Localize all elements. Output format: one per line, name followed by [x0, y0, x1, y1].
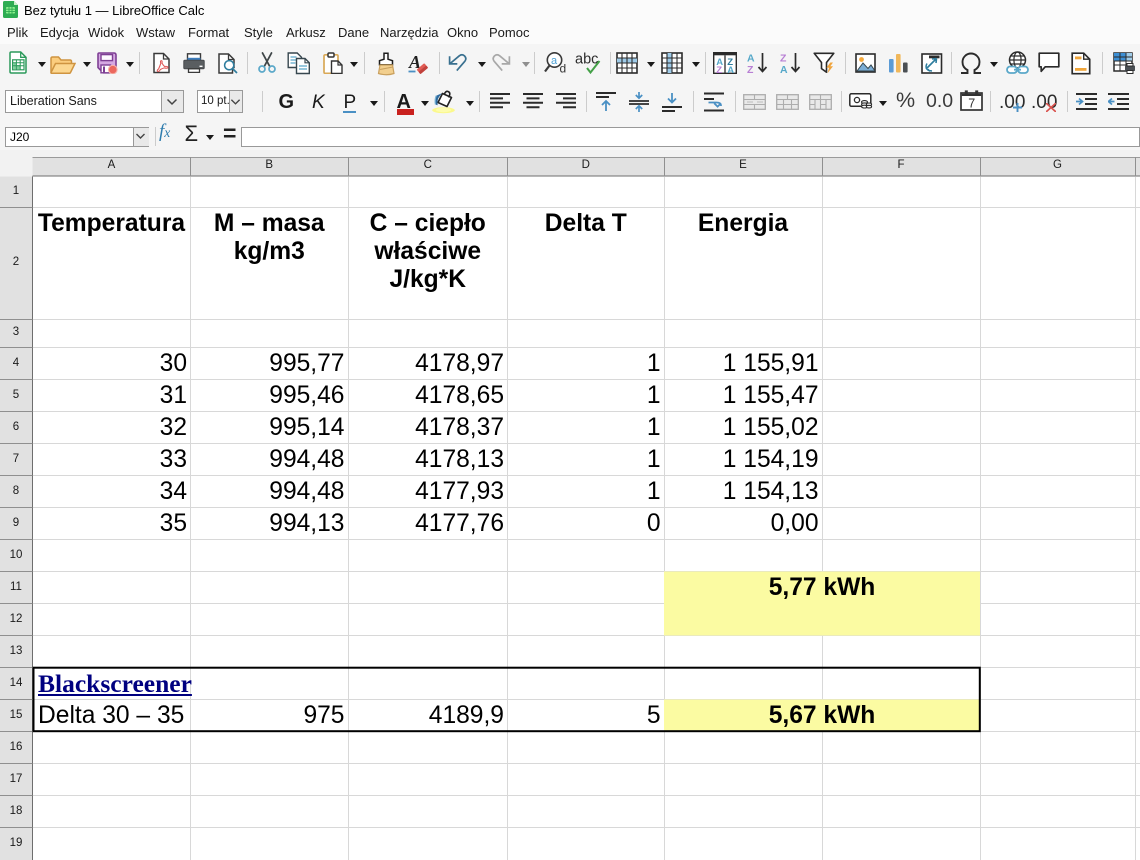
- svg-text:d: d: [560, 62, 567, 76]
- svg-text:A: A: [727, 64, 734, 73]
- svg-text:A: A: [780, 64, 788, 74]
- svg-text:a: a: [551, 55, 558, 67]
- svg-text:Z: Z: [780, 52, 787, 64]
- svg-text:Z: Z: [747, 64, 754, 74]
- svg-text:7: 7: [968, 97, 975, 111]
- svg-text:A: A: [747, 52, 755, 64]
- svg-text:abc: abc: [575, 52, 598, 68]
- svg-text:Z: Z: [716, 64, 722, 73]
